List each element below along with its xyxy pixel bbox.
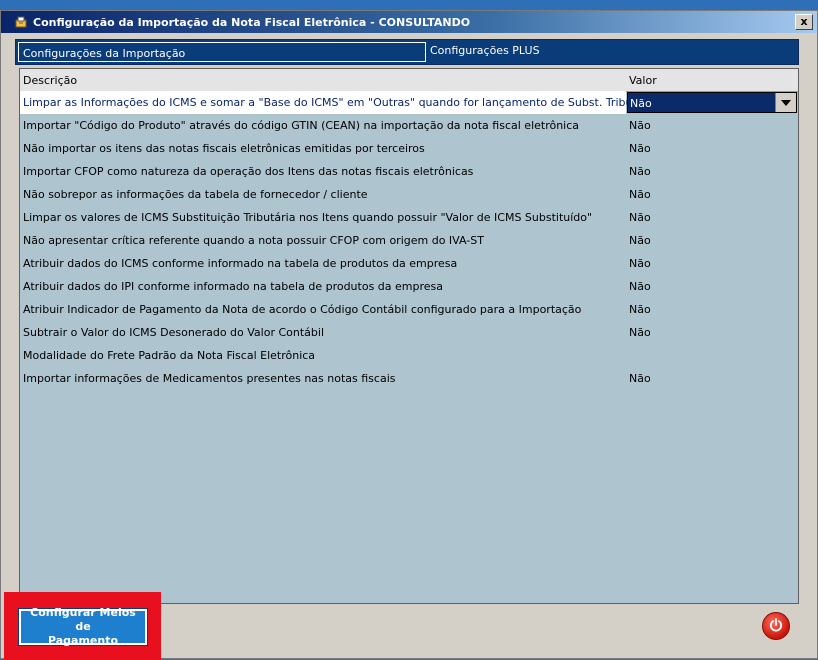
row-value[interactable]: Não xyxy=(629,257,651,270)
row-description: Atribuir dados do ICMS conforme informad… xyxy=(23,257,458,270)
row-description: Não apresentar crítica referente quando … xyxy=(23,234,484,247)
table-row[interactable]: Não apresentar crítica referente quando … xyxy=(20,229,798,252)
window-title: Configuração da Importação da Nota Fisca… xyxy=(33,15,471,29)
tab-configuracoes-importacao[interactable]: Configurações da Importação xyxy=(18,42,426,62)
exit-button[interactable] xyxy=(762,612,790,640)
row-description: Não importar os itens das notas fiscais … xyxy=(23,142,425,155)
config-window: Configuração da Importação da Nota Fisca… xyxy=(0,10,818,660)
table-row[interactable]: Importar "Código do Produto" através do … xyxy=(20,114,798,137)
value-select-text: Não xyxy=(630,97,652,110)
table-row[interactable]: Atribuir dados do IPI conforme informado… xyxy=(20,275,798,298)
row-value[interactable]: Não xyxy=(629,234,651,247)
table-row[interactable]: Modalidade do Frete Padrão da Nota Fisca… xyxy=(20,344,798,367)
dropdown-button[interactable] xyxy=(775,93,796,112)
pay-button-label-line1: Configurar Meios de xyxy=(30,606,136,633)
row-description: Subtrair o Valor do ICMS Desonerado do V… xyxy=(23,326,325,339)
row-description: Atribuir dados do IPI conforme informado… xyxy=(23,280,444,293)
chevron-down-icon xyxy=(781,96,791,109)
row-value[interactable]: Não xyxy=(629,372,651,385)
table-row[interactable]: Não importar os itens das notas fiscais … xyxy=(20,137,798,160)
pay-button-label-line2: Pagamento xyxy=(47,634,119,647)
row-value[interactable]: Não xyxy=(629,142,651,155)
row-description: Importar "Código do Produto" através do … xyxy=(23,119,580,132)
table-row[interactable]: Limpar os valores de ICMS Substituição T… xyxy=(20,206,798,229)
row-description: Importar CFOP como natureza da operação … xyxy=(23,165,474,178)
row-description: Limpar os valores de ICMS Substituição T… xyxy=(23,211,593,224)
row-description: Importar informações de Medicamentos pre… xyxy=(23,372,396,385)
grid-header: Descrição Valor xyxy=(20,69,798,92)
row-value[interactable]: Não xyxy=(629,303,651,316)
table-row[interactable]: Atribuir Indicador de Pagamento da Nota … xyxy=(20,298,798,321)
table-row[interactable]: Atribuir dados do ICMS conforme informad… xyxy=(20,252,798,275)
column-header-description[interactable]: Descrição xyxy=(23,74,77,87)
row-value[interactable]: Não xyxy=(629,119,651,132)
row-description: Não sobrepor as informações da tabela de… xyxy=(23,188,368,201)
row-description: Modalidade do Frete Padrão da Nota Fisca… xyxy=(23,349,316,362)
table-row[interactable]: Não sobrepor as informações da tabela de… xyxy=(20,183,798,206)
configure-payment-methods-button[interactable]: Configurar Meios de Pagamento xyxy=(19,606,147,647)
table-row[interactable]: Limpar as Informações do ICMS e somar a … xyxy=(20,91,798,114)
row-value[interactable]: Não xyxy=(629,280,651,293)
column-header-value[interactable]: Valor xyxy=(629,74,657,87)
row-value[interactable]: Não xyxy=(629,326,651,339)
title-bar[interactable]: Configuração da Importação da Nota Fisca… xyxy=(1,11,817,33)
tab-strip: Configurações da Importação Configuraçõe… xyxy=(15,39,799,65)
value-select[interactable]: Não xyxy=(627,92,797,113)
row-description: Limpar as Informações do ICMS e somar a … xyxy=(23,96,658,109)
table-row[interactable]: Importar informações de Medicamentos pre… xyxy=(20,367,798,390)
tab-configuracoes-plus[interactable]: Configurações PLUS xyxy=(430,44,540,57)
row-value[interactable]: Não xyxy=(629,188,651,201)
table-row[interactable]: Subtrair o Valor do ICMS Desonerado do V… xyxy=(20,321,798,344)
row-description: Atribuir Indicador de Pagamento da Nota … xyxy=(23,303,582,316)
power-icon xyxy=(768,617,784,636)
close-button[interactable]: x xyxy=(795,14,813,30)
settings-grid: Descrição Valor Limpar as Informações do… xyxy=(19,68,799,604)
row-value[interactable]: Não xyxy=(629,165,651,178)
row-value[interactable]: Não xyxy=(629,211,651,224)
table-row[interactable]: Importar CFOP como natureza da operação … xyxy=(20,160,798,183)
app-icon xyxy=(13,14,29,30)
